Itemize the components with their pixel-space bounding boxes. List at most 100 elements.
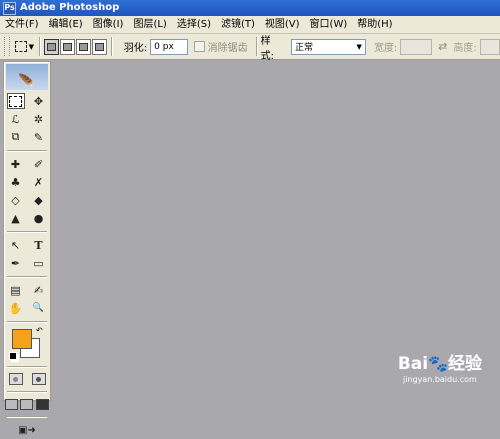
chevron-down-icon: ▼ bbox=[28, 42, 35, 51]
shape-tool[interactable]: ▭ bbox=[30, 255, 48, 271]
mask-mode-row bbox=[4, 371, 50, 387]
window-title: Adobe Photoshop bbox=[20, 2, 120, 13]
rect-marquee-icon bbox=[9, 95, 22, 107]
imageready-jump-icon[interactable]: ▣➜ bbox=[18, 422, 36, 438]
menu-window[interactable]: 窗口(W) bbox=[305, 16, 353, 33]
menu-select[interactable]: 选择(S) bbox=[172, 16, 216, 33]
watermark-url: jingyan.baidu.com bbox=[402, 375, 477, 384]
notes-tool[interactable]: ▤ bbox=[7, 282, 25, 298]
divider bbox=[255, 37, 257, 56]
full-screen-menu-icon[interactable] bbox=[20, 398, 34, 410]
dodge-tool[interactable]: ● bbox=[30, 210, 48, 226]
divider bbox=[7, 276, 47, 277]
antialias-label: 消除锯齿 bbox=[207, 43, 248, 54]
toolbox-feather-logo[interactable]: 🪶 bbox=[6, 64, 48, 90]
tool-row: ✒ ▭ bbox=[4, 254, 50, 272]
tool-row: ◇ ◆ bbox=[4, 191, 50, 209]
divider bbox=[38, 37, 40, 56]
new-selection-button[interactable] bbox=[43, 38, 59, 55]
swap-colors-icon[interactable]: ↶ bbox=[36, 326, 43, 335]
tool-row: ▣➜ bbox=[4, 421, 50, 439]
marquee-tool[interactable] bbox=[6, 93, 25, 109]
color-swatches: ↶ bbox=[4, 326, 50, 362]
tool-row: ⧉ ✎ bbox=[4, 128, 50, 146]
menu-file[interactable]: 文件(F) bbox=[0, 16, 44, 33]
width-input[interactable] bbox=[400, 38, 433, 55]
intersect-selection-button[interactable] bbox=[91, 38, 107, 55]
clone-stamp-tool[interactable]: ♣ bbox=[7, 174, 25, 190]
menu-image[interactable]: 图像(I) bbox=[88, 16, 129, 33]
healing-brush-tool[interactable]: ✚ bbox=[7, 156, 25, 172]
feather-value: 0 px bbox=[154, 41, 174, 52]
tool-preset-picker[interactable]: ▼ bbox=[14, 38, 35, 56]
menu-help[interactable]: 帮助(H) bbox=[352, 16, 397, 33]
options-bar: ▼ 羽化: 0 px 消除锯齿 样式: 正常 ▼ 宽度: ⇄ 高度: bbox=[0, 34, 500, 62]
divider bbox=[7, 321, 47, 322]
add-selection-button[interactable] bbox=[59, 38, 75, 55]
feather-input[interactable]: 0 px bbox=[150, 38, 188, 55]
width-label: 宽度: bbox=[373, 43, 398, 54]
tool-row: ▤ ✍ bbox=[4, 281, 50, 299]
divider bbox=[7, 416, 47, 417]
menu-layer[interactable]: 图层(L) bbox=[128, 16, 171, 33]
pen-tool[interactable]: ✒ bbox=[7, 255, 25, 271]
hand-tool[interactable]: ✋ bbox=[7, 300, 25, 316]
swap-dimensions-icon[interactable]: ⇄ bbox=[438, 40, 447, 53]
tool-row: ✥ bbox=[4, 92, 50, 110]
divider bbox=[7, 366, 47, 367]
menu-edit[interactable]: 编辑(E) bbox=[44, 16, 88, 33]
height-label: 高度: bbox=[453, 43, 477, 54]
menu-bar: 文件(F) 编辑(E) 图像(I) 图层(L) 选择(S) 滤镜(T) 视图(V… bbox=[0, 16, 500, 34]
subtract-selection-button[interactable] bbox=[75, 38, 91, 55]
menu-filter[interactable]: 滤镜(T) bbox=[216, 16, 260, 33]
watermark: Bai🐾经验 jingyan.baidu.com bbox=[398, 349, 482, 384]
default-colors-icon[interactable] bbox=[9, 352, 17, 360]
move-tool[interactable]: ✥ bbox=[30, 93, 48, 109]
photoshop-icon: Ps bbox=[3, 1, 16, 15]
title-bar: Ps Adobe Photoshop bbox=[0, 0, 500, 16]
feather-icon: 🪶 bbox=[18, 74, 36, 90]
foreground-color-swatch[interactable] bbox=[12, 329, 32, 349]
type-tool[interactable]: T bbox=[30, 237, 48, 253]
selection-modes bbox=[43, 38, 107, 55]
feather-label: 羽化: bbox=[123, 43, 148, 54]
history-brush-tool[interactable]: ✗ bbox=[30, 174, 48, 190]
style-label: 样式: bbox=[260, 35, 274, 62]
tool-row: ℒ ✲ bbox=[4, 110, 50, 128]
standard-screen-icon[interactable] bbox=[5, 398, 19, 410]
tool-row: ✋ 🔍 bbox=[4, 299, 50, 317]
magic-wand-tool[interactable]: ✲ bbox=[30, 111, 48, 127]
paint-bucket-tool[interactable]: ◆ bbox=[30, 192, 48, 208]
divider bbox=[110, 37, 112, 56]
toolbox: 🪶 ✥ ℒ ✲ ⧉ ✎ ✚ ✐ ♣ ✗ ◇ ◆ ▲ ● ↖ T ✒ ▭ ▤ ✍ bbox=[3, 61, 51, 436]
paw-icon: 🐾 bbox=[428, 354, 448, 373]
height-input[interactable] bbox=[479, 38, 500, 55]
antialias-checkbox[interactable]: 消除锯齿 bbox=[193, 39, 248, 54]
style-select[interactable]: 正常 ▼ bbox=[290, 38, 366, 55]
tool-row: ▲ ● bbox=[4, 209, 50, 227]
watermark-logo: Bai🐾经验 bbox=[397, 354, 482, 374]
brush-tool[interactable]: ✐ bbox=[30, 156, 48, 172]
slice-tool[interactable]: ✎ bbox=[30, 129, 48, 145]
lasso-tool[interactable]: ℒ bbox=[7, 111, 25, 127]
full-screen-icon[interactable] bbox=[35, 398, 49, 410]
menu-view[interactable]: 视图(V) bbox=[260, 16, 305, 33]
options-grip[interactable] bbox=[4, 37, 10, 56]
zoom-tool[interactable]: 🔍 bbox=[30, 300, 48, 316]
chevron-down-icon: ▼ bbox=[356, 42, 362, 51]
rect-marquee-icon bbox=[14, 41, 27, 52]
eyedropper-tool[interactable]: ✍ bbox=[30, 282, 48, 298]
blur-tool[interactable]: ▲ bbox=[7, 210, 25, 226]
screen-mode-row bbox=[4, 396, 50, 412]
crop-tool[interactable]: ⧉ bbox=[7, 129, 25, 145]
divider bbox=[7, 150, 47, 151]
eraser-tool[interactable]: ◇ bbox=[7, 192, 25, 208]
style-value: 正常 bbox=[294, 43, 313, 53]
tool-row: ↖ T bbox=[4, 236, 50, 254]
standard-mode-icon[interactable] bbox=[8, 373, 23, 385]
tool-row: ♣ ✗ bbox=[4, 173, 50, 191]
divider bbox=[7, 391, 47, 392]
checkbox-box bbox=[193, 41, 205, 52]
path-selection-tool[interactable]: ↖ bbox=[7, 237, 25, 253]
quick-mask-mode-icon[interactable] bbox=[31, 373, 46, 385]
